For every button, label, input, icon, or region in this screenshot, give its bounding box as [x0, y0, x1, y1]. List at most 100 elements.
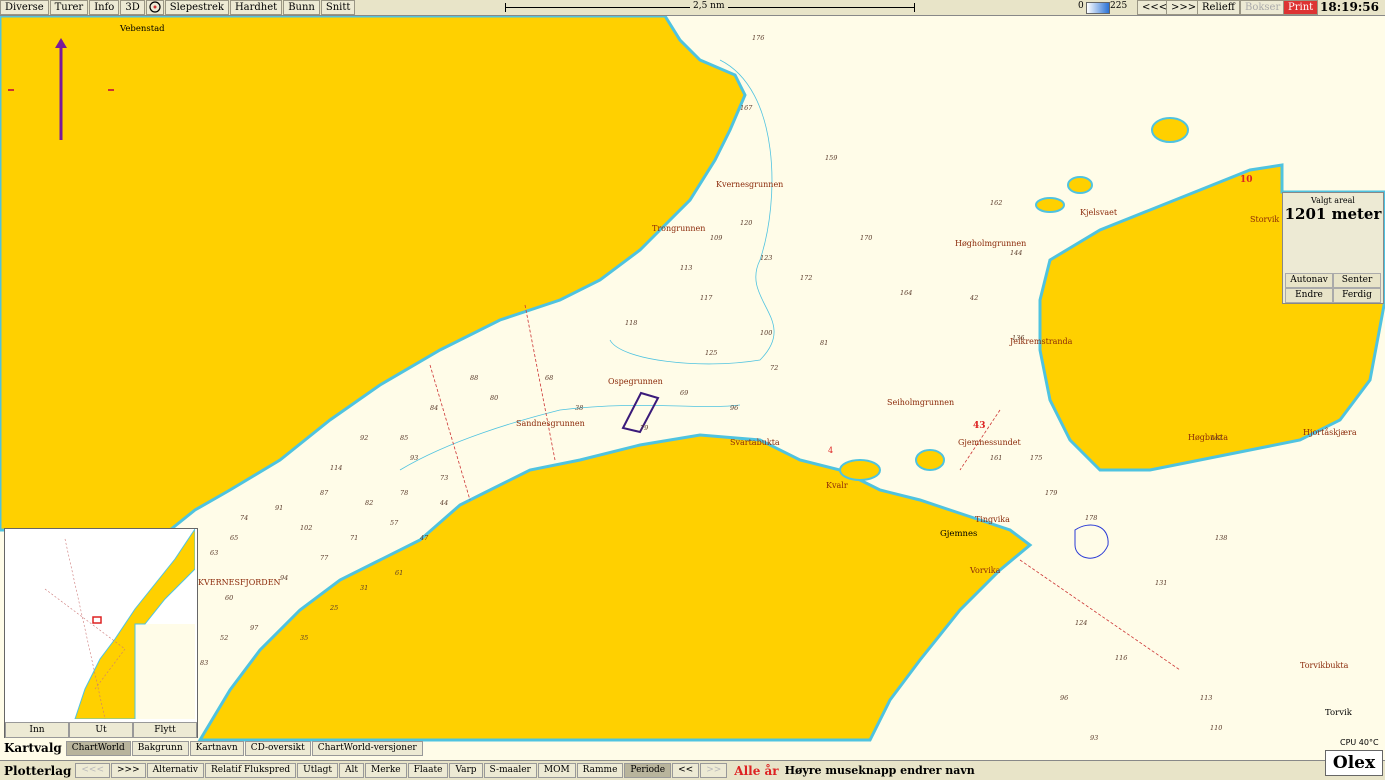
island: [1151, 117, 1189, 143]
menu-hardhet[interactable]: Hardhet: [229, 0, 283, 15]
area-title: Valgt areal: [1311, 196, 1355, 205]
depth-sounding: 93: [1090, 734, 1098, 742]
depth-sounding: 161: [990, 454, 1002, 462]
label-ospegrunnen: Ospegrunnen: [608, 377, 663, 386]
overview-chart[interactable]: [5, 527, 196, 720]
menu-3d[interactable]: 3D: [120, 0, 145, 15]
depth-sounding: 110: [1210, 724, 1222, 732]
depth-sounding: 74: [240, 514, 248, 522]
mark-43: 43: [973, 421, 986, 431]
done-button[interactable]: Ferdig: [1333, 288, 1381, 303]
depth-sounding: 82: [365, 499, 373, 507]
zoom-out-button[interactable]: Ut: [69, 722, 133, 738]
label-svartabukta: Svartabukta: [730, 438, 780, 447]
depth-sounding: 88: [470, 374, 478, 382]
olex-logo[interactable]: Olex: [1325, 750, 1383, 776]
label-kvernesfjorden: KVERNESFJORDEN: [198, 578, 281, 587]
menu-snitt[interactable]: Snitt: [320, 0, 356, 15]
plotterlag-alternativ[interactable]: Alternativ: [146, 763, 204, 778]
plotterlag-prev[interactable]: <<: [672, 763, 700, 778]
depth-sounding: 96: [730, 404, 738, 412]
autonav-button[interactable]: Autonav: [1285, 273, 1333, 288]
plotterlag-alt[interactable]: Alt: [339, 763, 364, 778]
depth-sounding: 178: [1085, 514, 1097, 522]
label-trongrunnen: Trongrunnen: [652, 224, 705, 233]
menu-diverse[interactable]: Diverse: [0, 0, 49, 15]
plotterlag-utlagt[interactable]: Utlagt: [297, 763, 338, 778]
menu-info[interactable]: Info: [89, 0, 120, 15]
depth-sounding: 85: [400, 434, 408, 442]
menu-slepestrek[interactable]: Slepestrek: [164, 0, 229, 15]
depth-sounding: 170: [860, 234, 872, 242]
plotterlag-back[interactable]: <<<: [75, 763, 110, 778]
menu-bunn[interactable]: Bunn: [283, 0, 320, 15]
compass-icon[interactable]: [145, 0, 164, 15]
zoom-in-button[interactable]: Inn: [5, 722, 69, 738]
boxes-button[interactable]: Bokser: [1240, 0, 1286, 15]
print-button[interactable]: Print: [1283, 0, 1319, 15]
depth-sounding: 120: [740, 219, 752, 227]
relief-button[interactable]: Relieff: [1197, 0, 1240, 15]
kartvalg-label: Kartvalg: [4, 741, 62, 755]
depth-sounding: 71: [350, 534, 358, 542]
plotterlag-relatif-flukspred[interactable]: Relatif Flukspred: [204, 763, 297, 778]
depth-sounding: 83: [200, 659, 208, 667]
plotterlag-flaate[interactable]: Flaate: [407, 763, 449, 778]
forward-button[interactable]: >>>: [1166, 0, 1202, 15]
depth-sounding: 77: [320, 554, 329, 562]
depth-sounding: 44: [439, 499, 448, 507]
plotterlag-merke[interactable]: Merke: [365, 763, 407, 778]
label-gjemnessundet: Gjemnessundet: [958, 438, 1021, 447]
depth-sounding: 125: [705, 349, 717, 357]
depth-sounding: 159: [825, 154, 837, 162]
depth-min: 0: [1078, 1, 1084, 11]
depth-sounding: 69: [680, 389, 688, 397]
depth-sounding: 84: [430, 404, 438, 412]
hint-label: Høyre museknapp endrer navn: [784, 764, 975, 777]
kartvalg-cd-oversikt[interactable]: CD-oversikt: [244, 740, 311, 756]
label-seiholmgrunnen: Seiholmgrunnen: [887, 398, 954, 407]
plotterlag-mom[interactable]: MOM: [537, 763, 576, 778]
label-gjemnes: Gjemnes: [940, 529, 977, 539]
island: [1067, 176, 1093, 194]
depth-sounding: 176: [752, 34, 764, 42]
kartvalg-chartworld-versjoner[interactable]: ChartWorld-versjoner: [311, 740, 423, 756]
depth-sounding: 113: [1200, 694, 1212, 702]
center-button[interactable]: Senter: [1333, 273, 1381, 288]
depth-sounding: 136: [1012, 334, 1024, 342]
nautical-chart[interactable]: Vebenstad Kvernesgrunnen Trongrunnen Osp…: [0, 16, 1385, 758]
depth-sounding: 116: [1115, 654, 1127, 662]
label-kvernesgrunnen: Kvernesgrunnen: [716, 180, 783, 189]
all-years-label: Alle år: [734, 763, 779, 778]
label-tingvika: Tingvika: [975, 515, 1010, 524]
overview-map[interactable]: Inn Ut Flytt: [4, 527, 198, 738]
label-storvik: Storvik: [1250, 215, 1279, 224]
label-vebenstad: Vebenstad: [119, 24, 165, 34]
depth-sounding: 87: [320, 489, 329, 497]
kartvalg-chartworld[interactable]: ChartWorld: [65, 740, 131, 756]
scale-label: 2,5 nm: [690, 1, 728, 11]
kartvalg-bakgrunn[interactable]: Bakgrunn: [131, 740, 189, 756]
kartvalg-kartnavn[interactable]: Kartnavn: [189, 740, 244, 756]
change-button[interactable]: Endre: [1285, 288, 1333, 303]
plotterlag-ramme[interactable]: Ramme: [576, 763, 624, 778]
plotterlag-forward[interactable]: >>>: [110, 763, 146, 778]
depth-sounding: 172: [800, 274, 812, 282]
label-vorvika: Vorvika: [969, 566, 1001, 575]
island: [839, 459, 881, 481]
move-button[interactable]: Flytt: [133, 722, 197, 738]
mark-10: 10: [1240, 175, 1253, 185]
plotterlag-s-maaler[interactable]: S-maaler: [483, 763, 537, 778]
depth-sounding: 109: [710, 234, 722, 242]
island: [1035, 197, 1065, 213]
label-sandnesgrunnen: Sandnesgrunnen: [516, 419, 585, 428]
depth-sounding: 123: [760, 254, 772, 262]
depth-sounding: 102: [300, 524, 312, 532]
depth-gradient: [1086, 2, 1110, 14]
plotterlag-next[interactable]: >>: [700, 763, 728, 778]
plotterlag-periode[interactable]: Periode: [624, 763, 672, 778]
plotterlag-varp[interactable]: Varp: [449, 763, 483, 778]
menu-turer[interactable]: Turer: [49, 0, 89, 15]
depth-sounding: 118: [625, 319, 637, 327]
depth-sounding: 79: [640, 424, 648, 432]
